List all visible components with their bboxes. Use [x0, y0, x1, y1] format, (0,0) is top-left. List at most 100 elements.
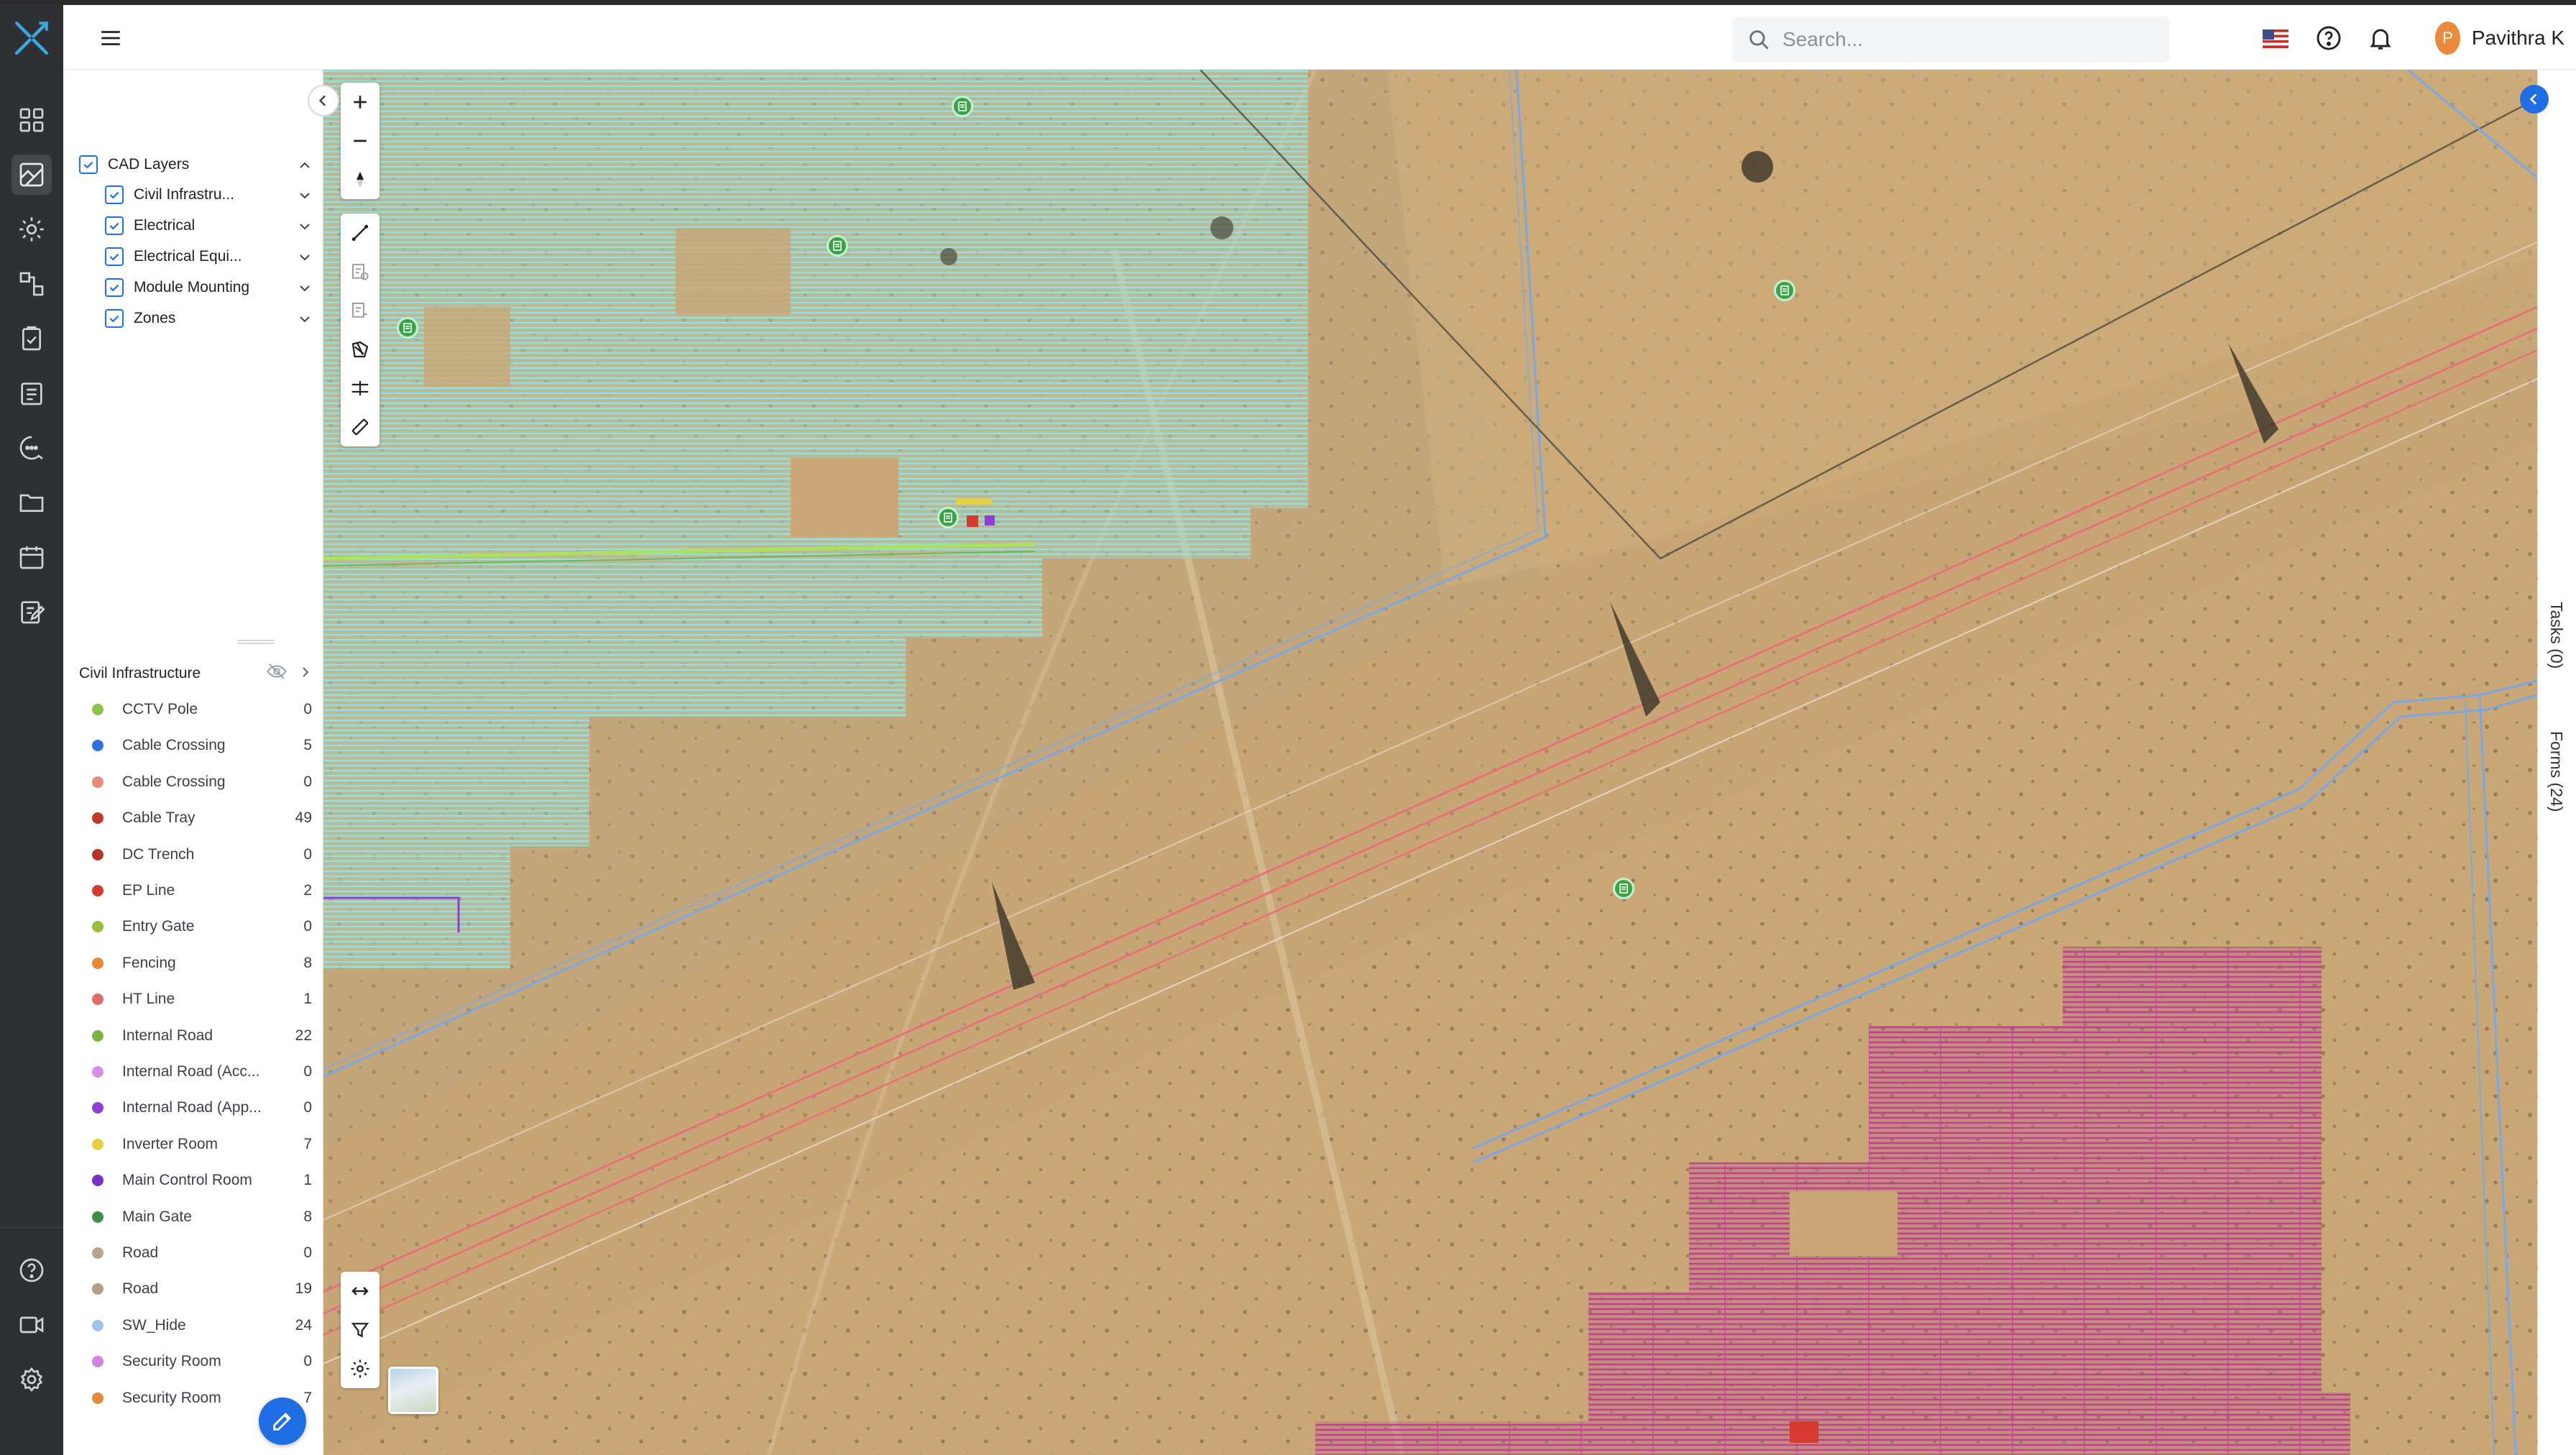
legend-label: Cable Crossing: [122, 773, 226, 790]
legend-item[interactable]: Internal Road (App... 0: [92, 1093, 312, 1122]
form-list-icon[interactable]: [341, 291, 380, 330]
layer-checkbox[interactable]: [105, 185, 124, 204]
chevron-down-icon[interactable]: [298, 191, 312, 201]
form-marker-icon[interactable]: [1613, 878, 1634, 899]
legend-color-dot: [92, 957, 104, 969]
help-circle-icon[interactable]: [2313, 22, 2345, 54]
chevron-down-icon[interactable]: [298, 252, 312, 262]
form-marker-icon[interactable]: [827, 235, 848, 257]
legend-item[interactable]: Cable Crossing 5: [92, 731, 312, 760]
legend-label: Road: [122, 1280, 159, 1298]
layer-item[interactable]: Module Mounting: [105, 273, 270, 302]
map-icon[interactable]: [12, 155, 52, 195]
form-marker-icon[interactable]: [397, 317, 418, 339]
legend-item[interactable]: Road 0: [92, 1239, 312, 1267]
folder-icon[interactable]: [12, 482, 52, 523]
legend-item[interactable]: CCTV Pole 0: [92, 695, 312, 724]
chevron-down-icon[interactable]: [298, 283, 312, 293]
search-chat-icon[interactable]: [12, 428, 52, 468]
calendar-icon[interactable]: [12, 537, 52, 577]
ruler-icon[interactable]: [341, 408, 380, 446]
settings-gear-icon[interactable]: [12, 209, 52, 249]
legend-item[interactable]: SW_Hide 24: [92, 1311, 312, 1340]
dashboard-icon[interactable]: [12, 100, 52, 140]
forms-tab[interactable]: Forms (24): [2547, 731, 2566, 812]
chevron-down-icon[interactable]: [298, 314, 312, 324]
legend-item[interactable]: Cable Tray 49: [92, 804, 312, 832]
legend-label: Internal Road (Acc...: [122, 1063, 260, 1080]
layer-checkbox[interactable]: [105, 247, 124, 266]
eye-off-icon[interactable]: [266, 661, 288, 682]
legend-color-dot: [92, 704, 104, 715]
user-menu[interactable]: P Pavithra K: [2435, 19, 2564, 57]
filter-icon[interactable]: [341, 1311, 380, 1349]
resize-handle[interactable]: [236, 639, 276, 645]
menu-icon[interactable]: [95, 22, 126, 54]
zoom-in-button[interactable]: [341, 83, 380, 121]
notification-bell-icon[interactable]: [2365, 22, 2396, 54]
layer-item[interactable]: Civil Infrastru...: [105, 180, 249, 209]
layer-checkbox[interactable]: [79, 155, 98, 174]
form-marker-icon[interactable]: [1774, 280, 1795, 301]
checklist-icon[interactable]: [12, 318, 52, 359]
admin-settings-icon[interactable]: [12, 1359, 52, 1400]
search-box[interactable]: [1732, 17, 2169, 63]
legend-item[interactable]: EP Line 2: [92, 876, 312, 905]
legend-item[interactable]: Security Room 0: [92, 1347, 312, 1376]
search-input[interactable]: [1782, 28, 2128, 51]
tasks-icon[interactable]: [12, 373, 52, 413]
expand-right-panel-button[interactable]: [2520, 85, 2549, 114]
legend-color-dot: [92, 1175, 104, 1187]
video-icon[interactable]: [12, 1305, 52, 1345]
legend-item[interactable]: Entry Gate 0: [92, 912, 312, 941]
legend-item[interactable]: Road 19: [92, 1275, 312, 1303]
split-icon[interactable]: [341, 369, 380, 408]
form-marker-icon[interactable]: [952, 96, 973, 117]
measure-line-icon[interactable]: [341, 214, 380, 252]
legend-label: Main Gate: [122, 1208, 192, 1225]
logo-icon[interactable]: [10, 17, 53, 60]
layer-checkbox[interactable]: [105, 278, 124, 297]
legend-item[interactable]: Fencing 8: [92, 949, 312, 978]
layer-item[interactable]: Electrical Equi...: [105, 242, 249, 271]
add-form-icon[interactable]: [341, 252, 380, 291]
compass-north-icon[interactable]: [341, 160, 380, 199]
collapse-panel-button[interactable]: [308, 85, 339, 116]
us-flag-icon[interactable]: [2263, 29, 2288, 48]
chevron-down-icon[interactable]: [298, 221, 312, 231]
workflow-icon[interactable]: [12, 264, 52, 304]
legend-item[interactable]: Main Gate 8: [92, 1203, 312, 1231]
legend-count: 0: [303, 1353, 312, 1370]
help-icon[interactable]: [12, 1250, 52, 1290]
legend-item[interactable]: Main Control Room 1: [92, 1166, 312, 1195]
legend-item[interactable]: Inverter Room 7: [92, 1130, 312, 1159]
chevron-right-icon[interactable]: [300, 665, 310, 679]
tasks-tab[interactable]: Tasks (0): [2547, 602, 2566, 669]
map-settings-icon[interactable]: [341, 1349, 380, 1388]
legend-color-dot: [92, 921, 104, 933]
legend-item[interactable]: HT Line 1: [92, 985, 312, 1014]
zoom-out-button[interactable]: [341, 121, 380, 160]
legend-item[interactable]: Internal Road 22: [92, 1022, 312, 1050]
legend-item[interactable]: Internal Road (Acc... 0: [92, 1057, 312, 1086]
avatar: P: [2435, 22, 2460, 55]
layer-checkbox[interactable]: [105, 216, 124, 235]
basemap-switcher[interactable]: [388, 1367, 438, 1414]
legend-item[interactable]: DC Trench 0: [92, 840, 312, 869]
layer-item[interactable]: Electrical: [105, 211, 249, 240]
layer-item[interactable]: Zones: [105, 304, 249, 333]
edit-fab-button[interactable]: [259, 1397, 306, 1445]
legend-label: Security Room: [122, 1389, 221, 1406]
polygon-select-icon[interactable]: [341, 330, 380, 369]
legend-color-dot: [92, 1211, 104, 1223]
right-side-tabs: Tasks (0) Forms (24): [2537, 70, 2576, 1455]
form-marker-icon[interactable]: [937, 507, 959, 528]
swap-horizontal-icon[interactable]: [341, 1272, 380, 1311]
legend-item[interactable]: Cable Crossing 0: [92, 768, 312, 797]
map-canvas[interactable]: [323, 70, 2537, 1455]
notes-icon[interactable]: [12, 592, 52, 632]
layer-tree-root[interactable]: CAD Layers: [79, 150, 316, 179]
legend-color-dot: [92, 1247, 104, 1259]
layer-checkbox[interactable]: [105, 309, 124, 328]
chevron-up-icon[interactable]: [298, 160, 312, 170]
